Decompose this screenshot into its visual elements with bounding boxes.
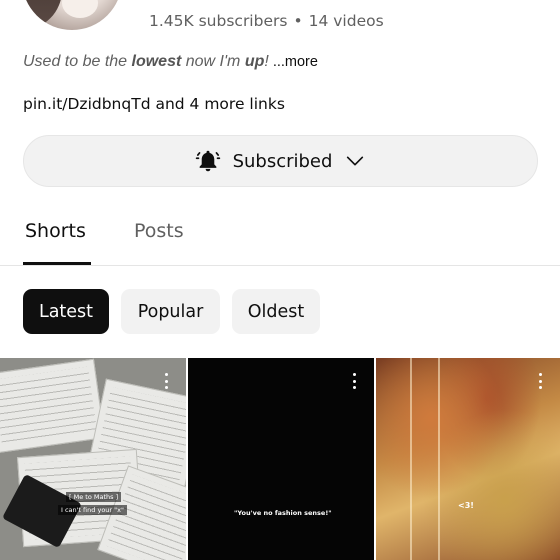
channel-description[interactable]: Used to be the lowest now I'm up! ...more bbox=[23, 53, 318, 71]
bell-icon bbox=[195, 148, 221, 174]
bio-text-2: now I'm bbox=[181, 53, 245, 70]
more-vert-icon[interactable] bbox=[352, 373, 356, 389]
bio-bold-1: lowest bbox=[131, 53, 182, 70]
bio-bold-2: up bbox=[244, 53, 265, 70]
bio-text-3: ! bbox=[264, 53, 269, 70]
thumbnail-paper bbox=[0, 358, 106, 454]
tab-posts[interactable]: Posts bbox=[134, 220, 184, 242]
chip-popular[interactable]: Popular bbox=[121, 289, 220, 334]
short-thumbnail-1[interactable]: [ Me to Maths ] I can't find your "x" bbox=[0, 358, 186, 560]
subscribed-button[interactable]: Subscribed bbox=[23, 135, 538, 187]
short-caption: "You've no fashion sense!" bbox=[234, 509, 332, 517]
bio-more-link[interactable]: ...more bbox=[273, 54, 318, 70]
more-vert-icon[interactable] bbox=[538, 373, 542, 389]
channel-avatar[interactable] bbox=[22, 0, 122, 30]
bio-text-1: Used to be the bbox=[23, 53, 132, 70]
tab-shorts[interactable]: Shorts bbox=[25, 220, 86, 242]
chip-oldest[interactable]: Oldest bbox=[232, 289, 320, 334]
subscriber-count: 1.45K subscribers bbox=[149, 12, 288, 30]
short-thumbnail-2[interactable]: "You've no fashion sense!" bbox=[188, 358, 374, 560]
short-caption: I can't find your "x" bbox=[58, 505, 127, 515]
channel-tabs: Shorts Posts bbox=[0, 205, 560, 266]
tab-selected-indicator bbox=[23, 262, 91, 265]
channel-stats: 1.45K subscribers • 14 videos bbox=[149, 12, 384, 30]
video-count: 14 videos bbox=[308, 12, 384, 30]
short-thumbnail-3[interactable]: <3! bbox=[376, 358, 560, 560]
thumbnail-cheese-strand bbox=[438, 358, 440, 560]
subscribed-label: Subscribed bbox=[232, 150, 333, 172]
short-caption: [ Me to Maths ] bbox=[66, 492, 122, 502]
short-caption: <3! bbox=[458, 501, 474, 510]
chevron-down-icon bbox=[344, 150, 366, 172]
channel-links[interactable]: pin.it/DzidbnqTd and 4 more links bbox=[23, 95, 285, 113]
chip-latest[interactable]: Latest bbox=[23, 289, 109, 334]
stats-separator: • bbox=[293, 12, 303, 30]
avatar-hair bbox=[22, 0, 62, 30]
more-vert-icon[interactable] bbox=[164, 373, 168, 389]
thumbnail-cheese-strand bbox=[410, 358, 412, 560]
avatar-face bbox=[62, 0, 98, 18]
